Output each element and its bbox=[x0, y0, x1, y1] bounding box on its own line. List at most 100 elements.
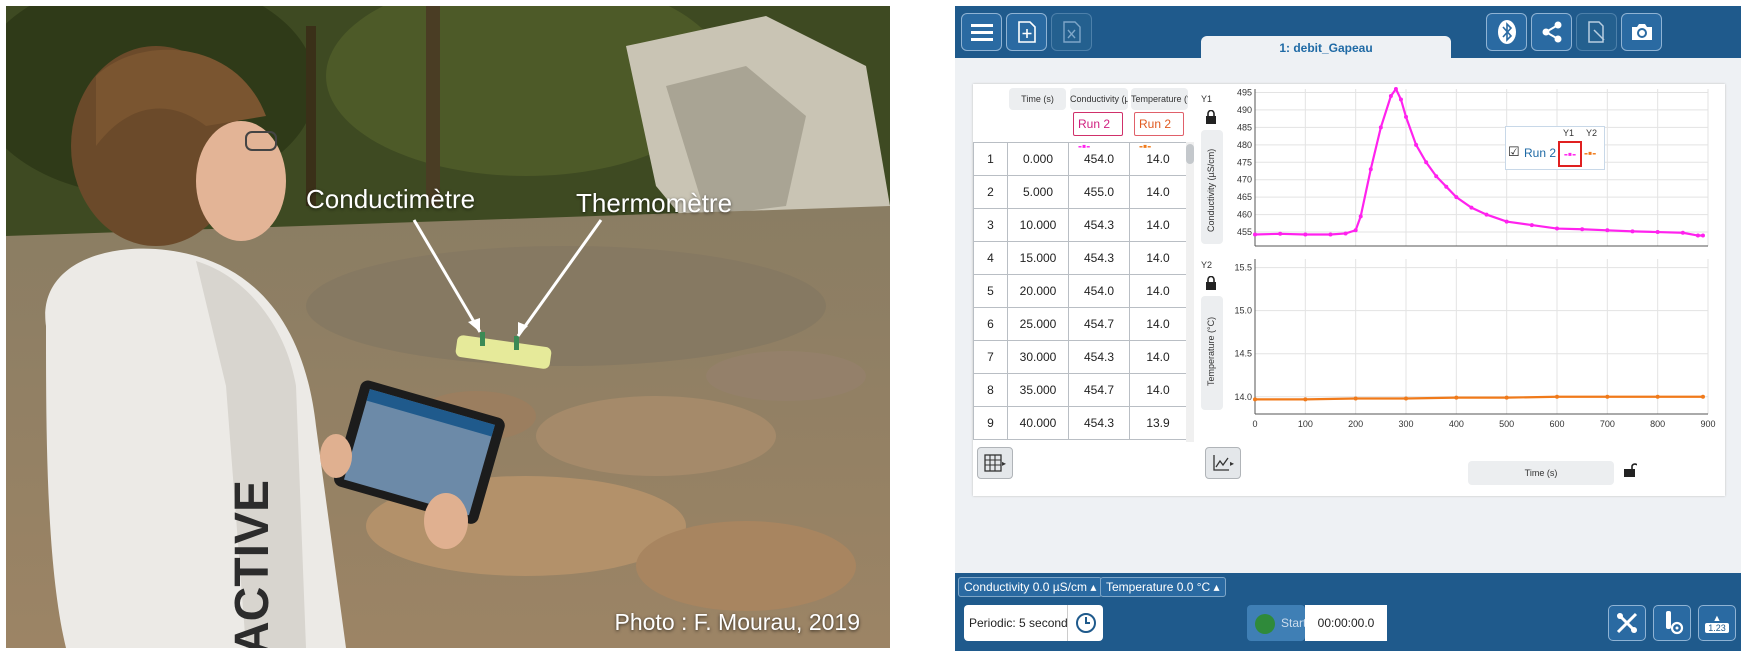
hamburger-icon[interactable] bbox=[961, 13, 1002, 51]
data-point bbox=[1353, 228, 1358, 233]
graph-legend: Y1 Y2 ☑ Run 2 -▪- -▪- bbox=[1505, 126, 1605, 170]
x-tick-label: 700 bbox=[1600, 419, 1615, 429]
y-tick-label: 460 bbox=[1237, 210, 1252, 220]
x-tick-label: 800 bbox=[1650, 419, 1665, 429]
sensor-conductivity-button[interactable]: Conductivity 0.0 µS/cm ▴ bbox=[958, 577, 1103, 597]
field-photo: ACTIVE Conductimètre Thermomètre Photo :… bbox=[6, 6, 890, 648]
cell-conductivity[interactable]: 454.0 bbox=[1068, 142, 1130, 176]
row-number[interactable]: 5 bbox=[973, 274, 1008, 308]
cell-time[interactable]: 0.000 bbox=[1007, 142, 1069, 176]
cell-time[interactable]: 35.000 bbox=[1007, 373, 1069, 407]
cell-time[interactable]: 20.000 bbox=[1007, 274, 1069, 308]
row-number[interactable]: 7 bbox=[973, 340, 1008, 374]
cell-conductivity[interactable]: 454.3 bbox=[1068, 208, 1130, 242]
cell-temperature[interactable]: 14.0 bbox=[1129, 340, 1187, 374]
new-file-icon[interactable] bbox=[1006, 13, 1047, 51]
tools-icon[interactable] bbox=[1608, 605, 1646, 641]
workspace: Time (s) Conductivity (µS/cm) Temperatur… bbox=[955, 58, 1741, 573]
data-point bbox=[1353, 396, 1358, 401]
cell-time[interactable]: 10.000 bbox=[1007, 208, 1069, 242]
row-number[interactable]: 1 bbox=[973, 142, 1008, 176]
table-row[interactable]: 2 5.000 455.0 14.0 bbox=[973, 175, 1187, 209]
lock-icon[interactable] bbox=[1205, 109, 1219, 124]
data-point bbox=[1358, 214, 1363, 219]
sensor-temperature-button[interactable]: Temperature 0.0 °C ▴ bbox=[1100, 577, 1226, 597]
cell-conductivity[interactable]: 454.3 bbox=[1068, 340, 1130, 374]
delete-file-icon[interactable] bbox=[1051, 13, 1092, 51]
y-tick-label: 14.0 bbox=[1234, 392, 1252, 402]
cell-conductivity[interactable]: 454.7 bbox=[1068, 373, 1130, 407]
cell-time[interactable]: 30.000 bbox=[1007, 340, 1069, 374]
data-point bbox=[1700, 394, 1705, 399]
data-point bbox=[1695, 233, 1700, 238]
table-row[interactable]: 9 40.000 454.3 13.9 bbox=[973, 406, 1187, 440]
row-number[interactable]: 8 bbox=[973, 373, 1008, 407]
graph-view-button[interactable]: ▸ bbox=[1205, 447, 1241, 479]
data-point bbox=[1328, 232, 1333, 237]
table-row[interactable]: 1 0.000 454.0 14.0 bbox=[973, 142, 1187, 176]
cell-time[interactable]: 15.000 bbox=[1007, 241, 1069, 275]
cell-time[interactable]: 25.000 bbox=[1007, 307, 1069, 341]
table-row[interactable]: 6 25.000 454.7 14.0 bbox=[973, 307, 1187, 341]
tab-debit-gapeau[interactable]: 1: debit_Gapeau bbox=[1201, 36, 1451, 59]
table-row[interactable]: 3 10.000 454.3 14.0 bbox=[973, 208, 1187, 242]
cell-conductivity[interactable]: 454.3 bbox=[1068, 406, 1130, 440]
cell-temperature[interactable]: 14.0 bbox=[1129, 175, 1187, 209]
y-tick-label: 470 bbox=[1237, 175, 1252, 185]
row-number[interactable]: 3 bbox=[973, 208, 1008, 242]
unlock-icon[interactable] bbox=[1623, 462, 1638, 483]
cell-temperature[interactable]: 14.0 bbox=[1129, 241, 1187, 275]
lock-icon[interactable] bbox=[1205, 275, 1219, 290]
sampling-mode-button[interactable]: Periodic: 5 seconds bbox=[964, 605, 1074, 641]
sensor-settings-icon[interactable] bbox=[1653, 605, 1691, 641]
legend-y1-marker[interactable]: -▪- bbox=[1558, 141, 1582, 167]
cell-temperature[interactable]: 14.0 bbox=[1129, 142, 1187, 176]
meter-view-button[interactable]: ▲ 1.23 bbox=[1698, 605, 1736, 641]
legend-checkbox[interactable]: ☑ bbox=[1508, 144, 1520, 160]
run-selector-temperature[interactable]: Run 2 -▪- bbox=[1134, 112, 1184, 153]
cell-temperature[interactable]: 14.0 bbox=[1129, 373, 1187, 407]
row-number[interactable]: 6 bbox=[973, 307, 1008, 341]
run-label: Run 2 bbox=[1139, 117, 1172, 131]
bluetooth-icon[interactable] bbox=[1486, 13, 1527, 51]
data-point bbox=[1555, 226, 1559, 231]
table-row[interactable]: 4 15.000 454.3 14.0 bbox=[973, 241, 1187, 275]
table-row[interactable]: 5 20.000 454.0 14.0 bbox=[973, 274, 1187, 308]
x-tick-label: 400 bbox=[1449, 419, 1464, 429]
table-scrollbar[interactable] bbox=[1186, 142, 1194, 442]
data-point bbox=[1388, 93, 1393, 98]
cell-conductivity[interactable]: 455.0 bbox=[1068, 175, 1130, 209]
legend-y2-marker[interactable]: -▪- bbox=[1584, 146, 1596, 160]
export-icon[interactable] bbox=[1576, 13, 1617, 51]
x-axis-button[interactable]: Time (s) bbox=[1468, 461, 1614, 485]
cell-conductivity[interactable]: 454.7 bbox=[1068, 307, 1130, 341]
col-header-time[interactable]: Time (s) bbox=[1009, 88, 1066, 110]
cell-time[interactable]: 40.000 bbox=[1007, 406, 1069, 440]
table-row[interactable]: 8 35.000 454.7 14.0 bbox=[973, 373, 1187, 407]
cell-temperature[interactable]: 13.9 bbox=[1129, 406, 1187, 440]
cell-temperature[interactable]: 14.0 bbox=[1129, 307, 1187, 341]
cell-time[interactable]: 5.000 bbox=[1007, 175, 1069, 209]
camera-icon[interactable] bbox=[1621, 13, 1662, 51]
cell-conductivity[interactable]: 454.3 bbox=[1068, 241, 1130, 275]
expand-arrow-icon: ▸ bbox=[1001, 458, 1006, 468]
y-tick-label: 495 bbox=[1237, 87, 1252, 97]
cell-temperature[interactable]: 14.0 bbox=[1129, 274, 1187, 308]
row-number[interactable]: 4 bbox=[973, 241, 1008, 275]
row-number[interactable]: 9 bbox=[973, 406, 1008, 440]
data-point bbox=[1303, 232, 1308, 237]
data-point bbox=[1434, 174, 1439, 179]
table-row[interactable]: 7 30.000 454.3 14.0 bbox=[973, 340, 1187, 374]
run-selector-conductivity[interactable]: Run 2 -▪- bbox=[1073, 112, 1123, 153]
cell-temperature[interactable]: 14.0 bbox=[1129, 208, 1187, 242]
cell-conductivity[interactable]: 454.0 bbox=[1068, 274, 1130, 308]
col-header-conductivity[interactable]: Conductivity (µS/cm) bbox=[1070, 88, 1128, 110]
share-icon[interactable] bbox=[1531, 13, 1572, 51]
sampling-settings-icon[interactable] bbox=[1067, 605, 1103, 641]
graph-area[interactable]: 455 460 465 470 475 480 485 490 495 14.0 14.5 15.0 1… bbox=[1228, 84, 1725, 444]
row-number[interactable]: 2 bbox=[973, 175, 1008, 209]
col-header-temperature[interactable]: Temperature (°C) bbox=[1131, 88, 1188, 110]
data-point bbox=[1605, 228, 1610, 233]
table-view-button[interactable]: ▸ bbox=[977, 447, 1013, 479]
data-point bbox=[1253, 232, 1257, 237]
